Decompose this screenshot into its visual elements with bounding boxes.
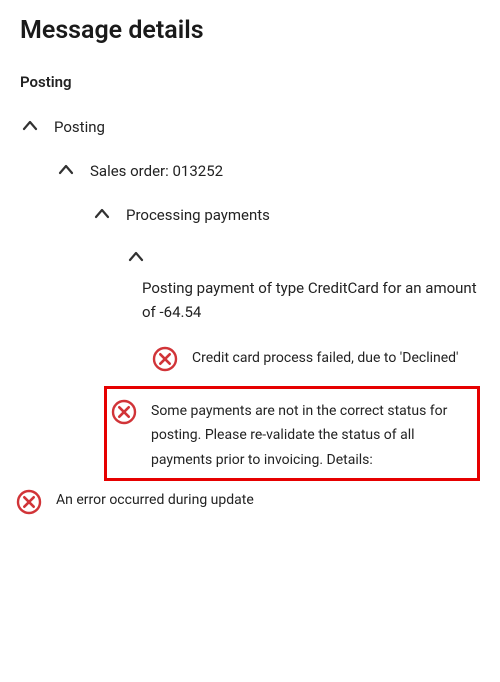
- error-icon: [111, 399, 137, 425]
- error-message-update: An error occurred during update: [16, 489, 480, 515]
- error-icon: [16, 489, 42, 515]
- error-message-status: Some payments are not in the correct sta…: [111, 399, 469, 473]
- error-message-declined: Credit card process failed, due to 'Decl…: [152, 346, 480, 372]
- chevron-up-icon[interactable]: [126, 247, 146, 267]
- chevron-up-icon[interactable]: [92, 204, 112, 224]
- page-title: Message details: [20, 16, 480, 45]
- chevron-up-icon[interactable]: [56, 160, 76, 180]
- error-message-text: Some payments are not in the correct sta…: [151, 399, 469, 473]
- chevron-up-icon[interactable]: [20, 116, 40, 136]
- message-details-panel: Message details Posting Posting Sales or…: [0, 0, 500, 535]
- highlighted-error-box: Some payments are not in the correct sta…: [104, 386, 480, 482]
- error-icon: [152, 346, 178, 372]
- error-message-text: An error occurred during update: [56, 489, 254, 508]
- tree-node-payment-detail-toggle[interactable]: [126, 246, 480, 267]
- tree-node-label: Sales order: 013252: [90, 159, 223, 183]
- tree-node-label: Posting: [54, 115, 105, 139]
- error-message-text: Credit card process failed, due to 'Decl…: [192, 346, 459, 371]
- tree-node-processing-payments[interactable]: Processing payments: [92, 203, 480, 227]
- tree-node-label: Processing payments: [126, 203, 270, 227]
- tree-node-sales-order[interactable]: Sales order: 013252: [56, 159, 480, 183]
- tree-node-posting[interactable]: Posting: [20, 115, 480, 139]
- section-heading: Posting: [20, 73, 480, 91]
- tree-node-payment-detail-text: Posting payment of type CreditCard for a…: [142, 277, 480, 324]
